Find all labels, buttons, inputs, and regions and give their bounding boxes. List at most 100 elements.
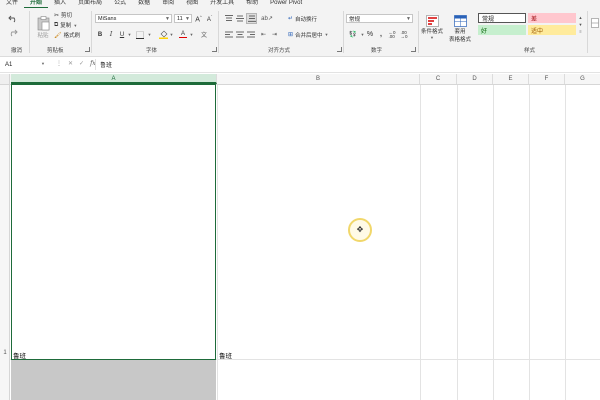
gridline: [493, 85, 494, 400]
bottom-align-button[interactable]: [246, 13, 257, 24]
fill-color-button[interactable]: [158, 30, 168, 39]
align-center-button[interactable]: [235, 30, 244, 39]
middle-align-button[interactable]: [235, 14, 244, 23]
cell-b1[interactable]: [218, 85, 420, 359]
cut-button[interactable]: ✂ 剪切: [54, 11, 72, 20]
chevron-down-icon: ▼: [324, 32, 329, 37]
wrap-text-label: 自动换行: [295, 16, 318, 23]
clipboard-launcher-icon[interactable]: [85, 47, 90, 52]
alignment-group-label: 对齐方式: [268, 48, 291, 54]
increase-indent-button[interactable]: ⇥: [270, 30, 279, 39]
formula-icons: ⋮ ✕ ✓ fx: [56, 60, 96, 67]
percent-button[interactable]: %: [366, 30, 374, 39]
redo-button[interactable]: [6, 26, 20, 38]
more-options-icon: ⋮: [56, 61, 62, 67]
font-size-select[interactable]: 11 ▼: [174, 14, 192, 23]
tab-insert[interactable]: 插入: [48, 0, 72, 7]
tab-power-pivot[interactable]: Power Pivot: [264, 0, 308, 7]
font-color-swatch: [179, 36, 187, 39]
format-painter-button[interactable]: 🖌 格式刷: [54, 31, 81, 40]
align-bottom-icon: [247, 15, 256, 22]
tab-developer[interactable]: 开发工具: [204, 0, 240, 7]
font-color-button[interactable]: A: [178, 30, 188, 39]
font-launcher-icon[interactable]: [212, 47, 217, 52]
column-header-b[interactable]: B: [217, 74, 420, 84]
tab-page-layout[interactable]: 页面布局: [72, 0, 108, 7]
top-align-button[interactable]: [224, 14, 233, 23]
separator: [587, 11, 588, 53]
number-format-select[interactable]: 常规 ▼: [346, 14, 413, 23]
shrink-font-button[interactable]: Aˇ: [205, 14, 214, 23]
cancel-icon[interactable]: ✕: [68, 60, 73, 67]
style-neutral[interactable]: 适中: [528, 25, 576, 35]
column-header-f[interactable]: F: [529, 74, 565, 84]
decrease-indent-icon: ⇤: [260, 32, 267, 38]
undo-button[interactable]: [6, 12, 20, 24]
chevron-down-icon: ▼: [360, 32, 365, 37]
increase-decimal-button[interactable]: ←0.00: [387, 30, 397, 39]
selected-range-highlight: [11, 360, 216, 400]
style-bad[interactable]: 差: [528, 13, 576, 23]
column-header-d[interactable]: D: [457, 74, 493, 84]
ribbon-tab-bar: 文件 开始 插入 页面布局 公式 数据 审阅 视图 开发工具 帮助 Power …: [0, 0, 600, 8]
chevron-down-icon: ▼: [185, 16, 190, 22]
tab-home[interactable]: 开始: [24, 0, 49, 8]
column-header-c[interactable]: C: [420, 74, 457, 84]
style-normal[interactable]: 常规: [478, 13, 526, 23]
fill-color-dropdown[interactable]: ▼: [169, 30, 174, 39]
chevron-down-icon: ▼: [430, 34, 434, 40]
separator: [91, 11, 92, 53]
wrap-text-button[interactable]: ↵ 自动换行: [288, 14, 317, 23]
bold-button[interactable]: B: [96, 30, 104, 39]
accounting-format-button[interactable]: 💱: [347, 30, 359, 39]
decrease-decimal-button[interactable]: .00 →0: [399, 30, 409, 39]
tab-formulas[interactable]: 公式: [108, 0, 132, 7]
name-box[interactable]: A1 ▼: [2, 59, 48, 70]
currency-icon: 💱: [349, 32, 357, 38]
underline-dropdown[interactable]: ▼: [127, 30, 132, 39]
font-name-select[interactable]: MiSans ▼: [95, 14, 172, 23]
gridline: [457, 85, 458, 400]
tab-file[interactable]: 文件: [0, 0, 24, 7]
column-header-e[interactable]: E: [493, 74, 529, 84]
column-header-g[interactable]: G: [565, 74, 600, 84]
format-as-table-button[interactable]: 套用 表格格式: [446, 12, 474, 46]
comma-style-button[interactable]: ,: [377, 30, 385, 39]
number-launcher-icon[interactable]: [411, 47, 416, 52]
format-painter-label: 格式刷: [63, 33, 81, 39]
format-as-table-label-2: 表格格式: [448, 37, 471, 43]
insert-cells-button[interactable]: [590, 16, 600, 30]
conditional-formatting-button[interactable]: 条件格式 ▼: [421, 12, 443, 42]
tab-data[interactable]: 数据: [132, 0, 156, 7]
copy-button[interactable]: ⧉ 复制 ▼: [54, 21, 77, 30]
chevron-down-icon: ▼: [406, 16, 411, 22]
font-color-dropdown[interactable]: ▼: [189, 30, 194, 39]
style-bad-label: 差: [531, 16, 538, 23]
align-left-button[interactable]: [224, 30, 233, 39]
italic-button[interactable]: I: [107, 30, 115, 39]
cell-a1[interactable]: [11, 84, 216, 360]
style-good[interactable]: 好: [478, 25, 526, 35]
grow-font-button[interactable]: A^: [194, 14, 203, 23]
tab-view[interactable]: 视图: [180, 0, 204, 7]
alignment-launcher-icon[interactable]: [337, 47, 342, 52]
tab-help[interactable]: 帮助: [240, 0, 264, 7]
borders-dropdown[interactable]: ▼: [147, 30, 152, 39]
accounting-dropdown[interactable]: ▼: [360, 30, 365, 39]
orientation-button[interactable]: ab↗: [261, 14, 273, 23]
paste-button[interactable]: 粘贴: [34, 11, 52, 43]
align-right-button[interactable]: [246, 30, 255, 39]
enter-icon[interactable]: ✓: [79, 60, 84, 67]
tab-review[interactable]: 审阅: [156, 0, 180, 7]
column-header-a[interactable]: A: [11, 74, 217, 84]
borders-button[interactable]: [135, 30, 145, 39]
formula-input[interactable]: 鲁班: [100, 60, 112, 69]
bold-icon: B: [97, 31, 103, 38]
merge-center-button[interactable]: ⊞ 合并后居中 ▼: [288, 30, 329, 39]
row-header-1[interactable]: 1: [0, 350, 10, 356]
phonetic-button[interactable]: 文: [198, 30, 210, 39]
styles-scroll[interactable]: ▲ ▼ ≡: [577, 13, 584, 35]
select-all-button[interactable]: [0, 74, 10, 84]
underline-button[interactable]: U: [118, 30, 126, 39]
decrease-indent-button[interactable]: ⇤: [259, 30, 268, 39]
